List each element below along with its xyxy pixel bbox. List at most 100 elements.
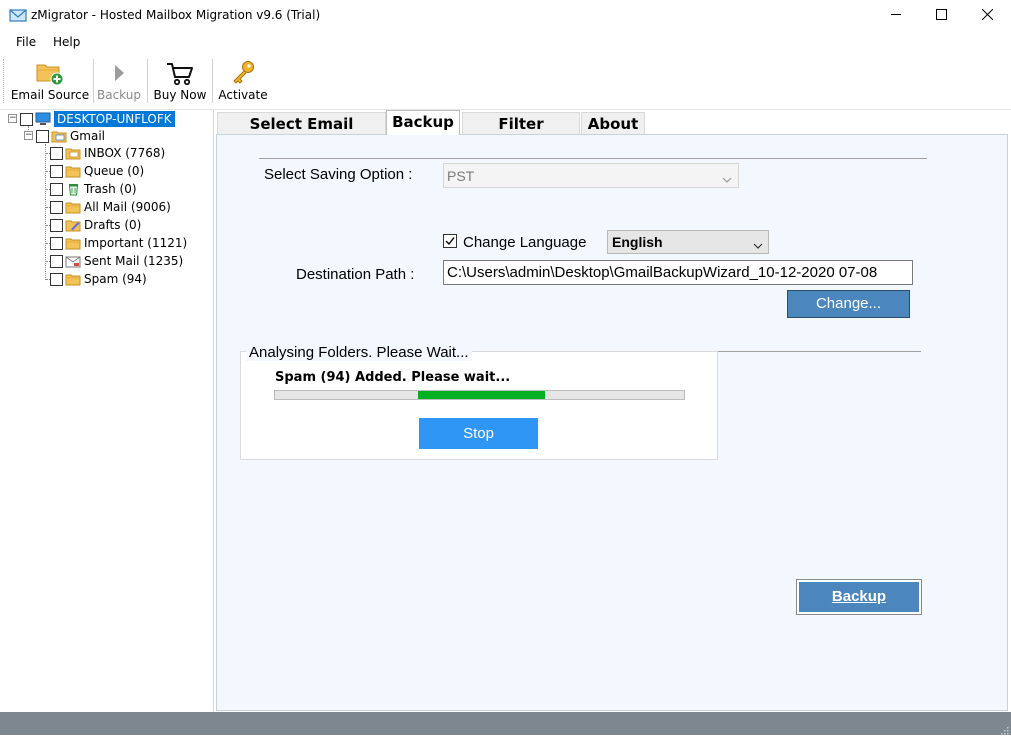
checkbox[interactable] [50, 236, 63, 250]
toolbar-separator [147, 59, 148, 103]
checkbox[interactable] [50, 200, 63, 214]
window-title: zMigrator - Hosted Mailbox Migration v9.… [31, 8, 321, 22]
tree-folder-label: INBOX (7768) [84, 146, 166, 160]
tab-bar: Select Email Source Backup Filter Option… [216, 110, 1011, 155]
mail-icon [9, 7, 27, 23]
tree-folder-item[interactable]: Trash (0) [50, 180, 137, 198]
tree-folder-item[interactable]: Sent Mail (1235) [50, 252, 183, 270]
destination-path-input[interactable]: C:\Users\admin\Desktop\GmailBackupWizard… [443, 260, 913, 285]
title-bar: zMigrator - Hosted Mailbox Migration v9.… [0, 0, 1011, 31]
tab-filter-options[interactable]: Filter Options [462, 112, 580, 155]
progress-bar [274, 390, 685, 400]
sent-folder-icon [65, 254, 81, 268]
collapse-toggle[interactable]: − [24, 131, 33, 140]
checkbox[interactable] [50, 146, 63, 160]
change-language-checkbox[interactable] [443, 234, 457, 248]
email-source-button[interactable]: Email Source [8, 57, 92, 107]
minimize-button[interactable] [873, 0, 919, 31]
tree-folder-item[interactable]: Drafts (0) [50, 216, 141, 234]
tree-node-gmail[interactable]: Gmail [36, 127, 105, 145]
folder-icon [65, 272, 81, 286]
mail-folder-icon [51, 129, 67, 143]
progress-status: Spam (94) Added. Please wait... [275, 370, 511, 385]
toolbar-separator [212, 59, 213, 103]
toolbar: Email Source Backup Buy Now Activate [0, 53, 1011, 110]
change-path-button[interactable]: Change... [787, 290, 910, 318]
buy-now-button[interactable]: Buy Now [151, 57, 209, 107]
language-value: English [612, 234, 663, 250]
checkbox[interactable] [50, 272, 63, 286]
chevron-down-icon [722, 171, 732, 187]
change-language-label: Change Language [463, 234, 587, 251]
destination-path-label: Destination Path : [296, 266, 415, 283]
saving-option-value: PST [447, 168, 475, 184]
menu-file[interactable]: File [16, 35, 36, 49]
tree-folder-label: Sent Mail (1235) [84, 254, 184, 268]
tree-folder-label: Spam (94) [84, 272, 147, 286]
tree-node-root[interactable]: DESKTOP-UNFLOFK [20, 110, 175, 128]
tree-folder-label: Drafts (0) [84, 218, 142, 232]
menu-bar: File Help [0, 31, 1011, 53]
tree-root-label: DESKTOP-UNFLOFK [54, 111, 175, 127]
tree-line [45, 144, 46, 280]
progress-bar-fill [418, 391, 545, 399]
toolbar-separator [93, 59, 94, 103]
backup-button[interactable]: Backup [796, 579, 922, 615]
checkbox[interactable] [36, 129, 49, 143]
buy-now-label: Buy Now [153, 88, 207, 102]
maximize-button[interactable] [918, 0, 964, 31]
backup-button-label: Backup [799, 582, 919, 612]
menu-help[interactable]: Help [53, 35, 80, 49]
language-select[interactable]: English [607, 230, 769, 254]
tree-folder-item[interactable]: Queue (0) [50, 162, 144, 180]
checkbox[interactable] [50, 254, 63, 268]
tree-account-label: Gmail [70, 129, 106, 143]
progress-title: Analysing Folders. Please Wait... [246, 344, 472, 361]
checkbox[interactable] [20, 112, 33, 126]
computer-icon [35, 112, 51, 126]
toolbar-grip[interactable] [3, 59, 5, 103]
status-bar [0, 712, 1011, 735]
checkbox[interactable] [50, 218, 63, 232]
play-icon [104, 59, 134, 87]
saving-option-select[interactable]: PST [443, 163, 739, 188]
folder-tree: − DESKTOP-UNFLOFK − Gmail INBOX (7768) Qu… [0, 110, 214, 712]
folder-icon [65, 164, 81, 178]
inbox-folder-icon [65, 146, 81, 160]
divider [259, 158, 927, 159]
maximize-icon [935, 8, 947, 23]
drafts-folder-icon [65, 218, 81, 232]
close-button[interactable] [964, 0, 1010, 31]
stop-button[interactable]: Stop [419, 418, 538, 449]
checkbox[interactable] [50, 182, 63, 196]
backup-panel: Select Saving Option : PST Change Langua… [216, 134, 1008, 711]
tree-folder-item[interactable]: INBOX (7768) [50, 144, 165, 162]
checkmark-icon [444, 235, 456, 250]
activate-button[interactable]: Activate [216, 57, 270, 107]
tree-folder-item[interactable]: All Mail (9006) [50, 198, 171, 216]
key-icon [228, 59, 258, 87]
tree-folder-label: Important (1121) [84, 236, 188, 250]
checkbox[interactable] [50, 164, 63, 178]
tree-folder-item[interactable]: Spam (94) [50, 270, 147, 288]
backup-toolbar-button[interactable]: Backup [96, 57, 142, 107]
activate-label: Activate [218, 88, 268, 102]
collapse-toggle[interactable]: − [8, 114, 17, 123]
backup-toolbar-label: Backup [97, 88, 141, 102]
shopping-cart-icon [165, 59, 195, 87]
tree-folder-label: All Mail (9006) [84, 200, 171, 214]
resize-grip-icon[interactable] [999, 723, 1009, 735]
tab-select-email-source[interactable]: Select Email Source [217, 112, 386, 155]
chevron-down-icon [753, 237, 763, 253]
trash-icon [65, 182, 81, 196]
tree-folder-label: Trash (0) [84, 182, 137, 196]
add-folder-icon [35, 59, 65, 87]
minimize-icon [890, 8, 902, 23]
saving-option-label: Select Saving Option : [264, 166, 413, 183]
tree-folder-item[interactable]: Important (1121) [50, 234, 187, 252]
close-icon [981, 8, 993, 23]
tab-about[interactable]: About [581, 112, 645, 134]
email-source-label: Email Source [10, 88, 90, 102]
tab-backup[interactable]: Backup [386, 110, 460, 135]
progress-group: Analysing Folders. Please Wait... Spam (… [240, 344, 718, 460]
